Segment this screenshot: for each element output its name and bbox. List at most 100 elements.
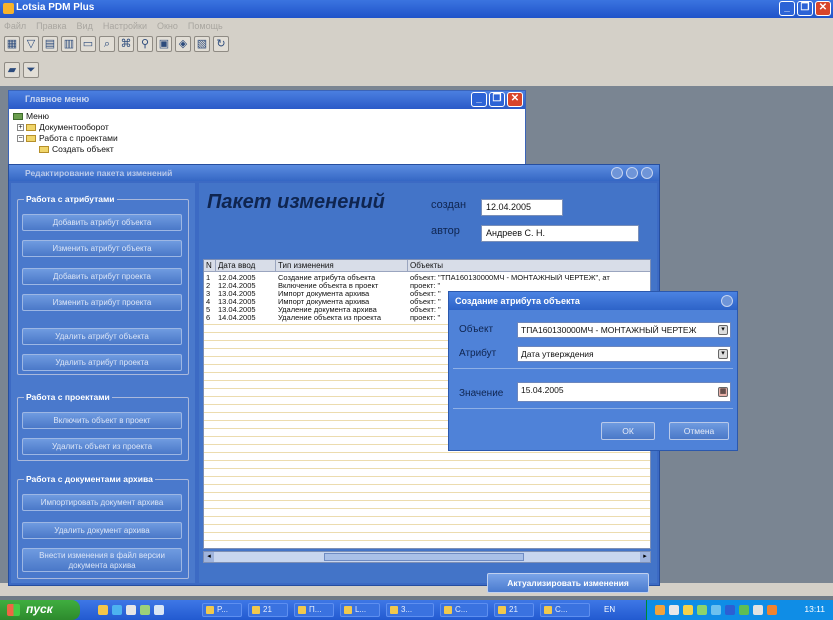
attribute-select[interactable]: Дата утверждения ▾ [517,346,731,362]
delete-object-attribute-button[interactable]: Удалить атрибут объекта [22,328,182,345]
toolbar-archive-icon[interactable]: ▣ [156,36,172,52]
include-object-button[interactable]: Включить объект в проект [22,412,182,429]
col-header-objects[interactable]: Объекты [408,260,650,272]
delete-project-attribute-button[interactable]: Удалить атрибут проекта [22,354,182,371]
group-archive: Работа с документами архива Импортироват… [17,474,189,579]
tray-icon[interactable] [669,605,679,615]
tray-icon[interactable] [725,605,735,615]
language-indicator[interactable]: EN [604,605,615,614]
dropdown-icon[interactable]: ▾ [718,325,728,335]
start-button[interactable]: пуск [0,600,80,620]
quicklaunch-icon[interactable] [140,605,150,615]
remove-object-button[interactable]: Удалить объект из проекта [22,438,182,455]
add-project-attribute-button[interactable]: Добавить атрибут проекта [22,268,182,285]
menu-file[interactable]: Файл [4,21,26,34]
close-icon[interactable] [641,167,653,179]
menu-view[interactable]: Вид [77,21,93,34]
menu-help[interactable]: Помощь [188,21,223,34]
col-header-type[interactable]: Тип изменения [276,260,408,272]
create-attribute-dialog: Создание атрибута объекта Объект ТПА1601… [448,291,738,451]
tree-item-create-object[interactable]: Создать объект [39,144,114,154]
tray-icon[interactable] [711,605,721,615]
add-object-attribute-button[interactable]: Добавить атрибут объекта [22,214,182,231]
task-button[interactable]: 21 [248,603,288,617]
tree-item-projects[interactable]: − Работа с проектами [17,133,118,143]
close-icon[interactable]: ✕ [815,1,831,16]
scroll-left-icon[interactable]: ◂ [204,552,214,562]
import-archive-doc-button[interactable]: Импортировать документ архива [22,494,182,511]
task-button[interactable]: 3... [386,603,434,617]
toolbar-refresh-icon[interactable]: ↻ [213,36,229,52]
task-button[interactable]: 21 [494,603,534,617]
quicklaunch-icon[interactable] [154,605,164,615]
minimize-icon[interactable]: _ [471,92,487,107]
task-button[interactable]: П... [294,603,334,617]
tray-icon[interactable] [655,605,665,615]
grid-line [204,484,650,485]
tray-icon[interactable] [739,605,749,615]
cancel-button[interactable]: Отмена [669,422,729,440]
app-titlebar: Lotsia PDM Plus _ ❐ ✕ [0,0,833,18]
task-button[interactable]: L... [340,603,380,617]
restore-icon[interactable]: ❐ [797,1,813,16]
toolbar-tree-icon[interactable]: ⌘ [118,36,134,52]
quicklaunch-icon[interactable] [98,605,108,615]
attribute-label: Атрибут [459,348,497,359]
ok-button[interactable]: ОК [601,422,655,440]
package-title: Пакет изменений [207,191,385,213]
tree-item-docflow[interactable]: + Документооборот [17,122,109,132]
grid-line [204,524,650,525]
expand-icon[interactable]: + [17,124,24,132]
toolbar-filter-icon[interactable]: ▽ [23,36,39,52]
toolbar-funnel-icon[interactable]: ⏷ [23,62,39,78]
modify-version-file-button[interactable]: Внести изменения в файл версии документа… [22,548,182,572]
dropdown-icon[interactable]: ▾ [718,349,728,359]
scroll-thumb[interactable] [324,553,524,561]
toolbar-search-icon[interactable]: ⌕ [99,36,115,52]
maximize-icon[interactable] [626,167,638,179]
edit-project-attribute-button[interactable]: Изменить атрибут проекта [22,294,182,311]
quicklaunch-icon[interactable] [112,605,122,615]
author-field[interactable]: Андреев С. Н. [481,225,639,242]
toolbar-grid-icon[interactable]: ▦ [4,36,20,52]
tray-icon[interactable] [767,605,777,615]
scroll-right-icon[interactable]: ▸ [640,552,650,562]
table-row[interactable]: 2 12.04.2005 Включение объекта в проект … [204,282,650,290]
toolbar-table-icon[interactable]: ▥ [61,36,77,52]
horizontal-scrollbar[interactable]: ◂ ▸ [203,551,651,563]
toolbar-folder-icon[interactable]: ▭ [80,36,96,52]
toolbar-open-icon[interactable]: ▰ [4,62,20,78]
task-button[interactable]: C... [540,603,590,617]
calendar-icon[interactable]: ▦ [718,387,728,397]
tray-icon[interactable] [683,605,693,615]
close-icon[interactable]: ✕ [507,92,523,107]
task-button[interactable]: C... [440,603,488,617]
toolbar-doc-icon[interactable]: ▤ [42,36,58,52]
toolbar-link-icon[interactable]: ⚲ [137,36,153,52]
toolbar-chart-icon[interactable]: ▧ [194,36,210,52]
toolbar-box-icon[interactable]: ◈ [175,36,191,52]
task-button[interactable]: P... [202,603,242,617]
table-row[interactable]: 1 12.04.2005 Создание атрибута объекта о… [204,274,650,282]
dialog-close-icon[interactable] [721,295,733,307]
minimize-icon[interactable] [611,167,623,179]
minimize-icon[interactable]: _ [779,1,795,16]
menu-window[interactable]: Окно [157,21,178,34]
tray-icon[interactable] [753,605,763,615]
restore-icon[interactable]: ❐ [489,92,505,107]
created-field[interactable]: 12.04.2005 [481,199,563,216]
col-header-n[interactable]: N [204,260,216,272]
quicklaunch-icon[interactable] [126,605,136,615]
menu-settings[interactable]: Настройки [103,21,147,34]
object-select[interactable]: ТПА160130000МЧ - МОНТАЖНЫЙ ЧЕРТЕЖ ▾ [517,322,731,338]
collapse-icon[interactable]: − [17,135,24,143]
col-header-date[interactable]: Дата ввод [216,260,276,272]
menu-edit[interactable]: Правка [36,21,66,34]
delete-archive-doc-button[interactable]: Удалить документ архива [22,522,182,539]
value-input[interactable]: 15.04.2005 ▦ [517,382,731,402]
grid-line [204,476,650,477]
edit-object-attribute-button[interactable]: Изменить атрибут объекта [22,240,182,257]
tree-item-menu[interactable]: Меню [13,111,49,121]
actualize-button[interactable]: Актуализировать изменения [487,573,649,593]
tray-icon[interactable] [697,605,707,615]
